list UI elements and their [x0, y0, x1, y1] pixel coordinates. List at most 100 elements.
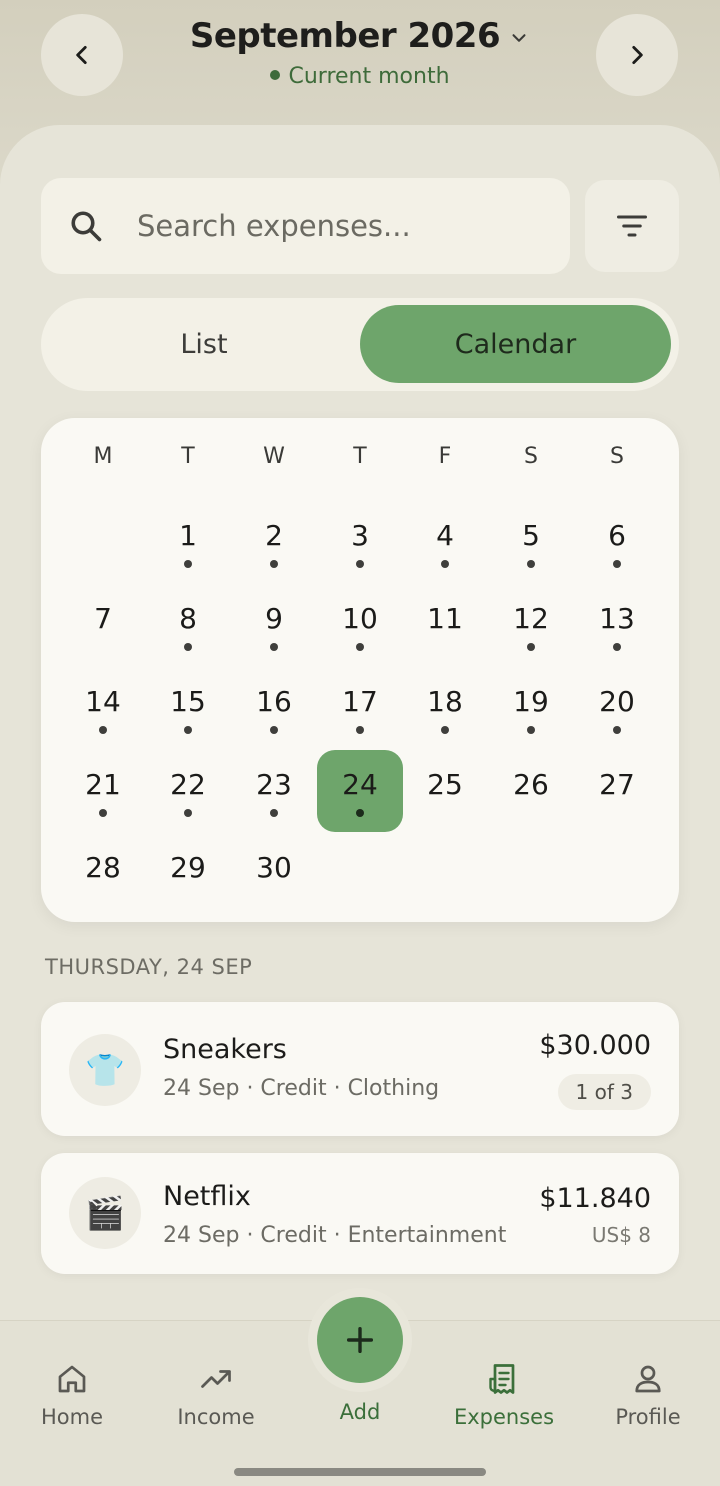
day-number: 27: [599, 768, 635, 801]
filter-button[interactable]: [585, 180, 679, 272]
calendar-day[interactable]: 1: [145, 501, 231, 583]
calendar-day[interactable]: 9: [231, 584, 317, 666]
day-number: 4: [436, 519, 454, 552]
calendar-day[interactable]: 19: [488, 667, 574, 749]
calendar-day[interactable]: 12: [488, 584, 574, 666]
expense-dot: [356, 726, 364, 734]
current-month-label: Current month: [288, 64, 450, 89]
expense-dot: [99, 809, 107, 817]
installment-badge: 1 of 3: [557, 1074, 651, 1110]
calendar-day[interactable]: 23: [231, 750, 317, 832]
nav-expenses-label: Expenses: [453, 1405, 555, 1429]
day-number: 12: [513, 602, 549, 635]
calendar-day[interactable]: 3: [317, 501, 403, 583]
calendar-day[interactable]: 8: [145, 584, 231, 666]
status-dot: [270, 70, 281, 80]
day-number: 2: [265, 519, 283, 552]
day-number: 9: [265, 602, 283, 635]
nav-profile-label: Profile: [615, 1405, 681, 1429]
nav-profile[interactable]: Profile: [583, 1361, 713, 1429]
calendar-day[interactable]: 14: [60, 667, 146, 749]
day-number: 22: [170, 768, 206, 801]
expense-card[interactable]: 👕 Sneakers 24 Sep · Credit · Clothing $3…: [41, 1002, 679, 1136]
calendar-day[interactable]: 6: [574, 501, 660, 583]
calendar-day[interactable]: 29: [145, 833, 231, 915]
expense-dot: [184, 560, 192, 568]
expense-dot: [184, 726, 192, 734]
expense-original-amount: US$ 8: [591, 1223, 651, 1247]
day-section-label: THURSDAY, 24 SEP: [45, 955, 253, 979]
day-number: 7: [94, 602, 112, 635]
weekday-header: T: [181, 444, 195, 469]
expense-dot: [270, 643, 278, 651]
search-placeholder: Search expenses...: [137, 209, 411, 243]
day-number: 18: [427, 685, 463, 718]
day-number: 29: [170, 851, 206, 884]
calendar-day[interactable]: 13: [574, 584, 660, 666]
chevron-down-icon: [512, 34, 526, 42]
nav-income[interactable]: Income: [151, 1361, 281, 1429]
calendar-day[interactable]: 7: [60, 584, 146, 666]
calendar-day[interactable]: 2: [231, 501, 317, 583]
calendar-day[interactable]: 25: [402, 750, 488, 832]
expense-amount: $30.000: [539, 1030, 651, 1061]
expense-meta: 24 Sep · Credit · Entertainment: [163, 1223, 507, 1248]
calendar-day[interactable]: 27: [574, 750, 660, 832]
calendar-view-tab[interactable]: Calendar: [360, 305, 671, 383]
day-number: 25: [427, 768, 463, 801]
day-number: 28: [85, 851, 121, 884]
next-month-button[interactable]: [596, 14, 678, 96]
calendar-day[interactable]: 5: [488, 501, 574, 583]
expense-meta: 24 Sep · Credit · Clothing: [163, 1076, 440, 1101]
person-icon: [635, 1365, 661, 1393]
day-number: 13: [599, 602, 635, 635]
month-title: September 2026: [189, 16, 501, 56]
calendar-day-selected[interactable]: 24: [317, 750, 403, 832]
day-number: 5: [522, 519, 540, 552]
expense-dot: [613, 643, 621, 651]
calendar-day[interactable]: 21: [60, 750, 146, 832]
chevron-right-icon: [632, 46, 643, 64]
add-expense-button[interactable]: [317, 1297, 403, 1383]
calendar-day[interactable]: 30: [231, 833, 317, 915]
calendar-day[interactable]: 22: [145, 750, 231, 832]
calendar-day[interactable]: 11: [402, 584, 488, 666]
expense-dot: [270, 809, 278, 817]
list-view-tab[interactable]: List: [49, 305, 359, 383]
calendar-day[interactable]: 17: [317, 667, 403, 749]
calendar-day[interactable]: 15: [145, 667, 231, 749]
expense-card[interactable]: 🎬 Netflix 24 Sep · Credit · Entertainmen…: [41, 1153, 679, 1274]
expense-dot: [270, 560, 278, 568]
expense-dot: [441, 560, 449, 568]
plus-icon: [346, 1326, 374, 1354]
calendar-day[interactable]: 28: [60, 833, 146, 915]
nav-home-label: Home: [40, 1405, 103, 1429]
day-number: 1: [179, 519, 197, 552]
day-number: 14: [85, 685, 121, 718]
home-indicator[interactable]: [234, 1468, 486, 1476]
day-number: 6: [608, 519, 626, 552]
day-number: 24: [342, 768, 378, 801]
weekday-header: S: [610, 444, 624, 469]
expense-dot: [527, 726, 535, 734]
day-number: 19: [513, 685, 549, 718]
calendar-day[interactable]: 26: [488, 750, 574, 832]
expense-amount: $11.840: [539, 1183, 651, 1214]
search-input[interactable]: Search expenses...: [41, 178, 570, 274]
nav-home[interactable]: Home: [7, 1361, 137, 1429]
view-toggle: List Calendar: [41, 298, 679, 391]
expense-name: Sneakers: [163, 1034, 287, 1065]
nav-expenses[interactable]: Expenses: [439, 1361, 569, 1429]
calendar-day[interactable]: 4: [402, 501, 488, 583]
expense-dot: [613, 726, 621, 734]
expense-dot: [184, 643, 192, 651]
calendar-day[interactable]: 18: [402, 667, 488, 749]
expense-dot: [527, 560, 535, 568]
weekday-header: W: [263, 444, 285, 469]
expense-dot: [613, 560, 621, 568]
calendar-day[interactable]: 10: [317, 584, 403, 666]
day-number: 30: [256, 851, 292, 884]
weekday-header: F: [438, 444, 452, 469]
calendar-day[interactable]: 16: [231, 667, 317, 749]
calendar-day[interactable]: 20: [574, 667, 660, 749]
